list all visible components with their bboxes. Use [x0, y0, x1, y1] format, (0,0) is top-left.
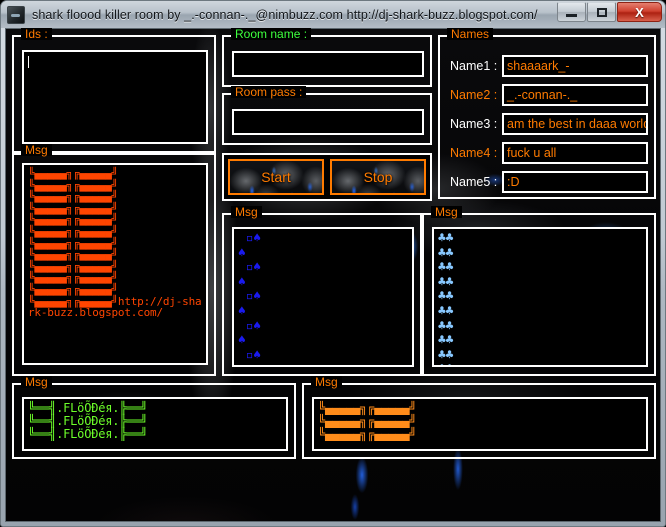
name5-input[interactable]: :D [502, 171, 648, 193]
msg-bottom-center-input[interactable]: ╚▄▄▄▄▄╗╔▄▄▄▄▄╝ ╚▄▄▄▄▄╗╔▄▄▄▄▄╝ ╚▄▄▄▄▄╗╔▄▄… [312, 397, 648, 451]
name2-label: Name2 : [450, 88, 498, 102]
msg-bottom-left-group: Msg ╚══╣.FLöÕÐéя.╠══╝ ╚══╣.FLöÕÐéя.╠══╝ … [12, 376, 296, 459]
names-group: Names Name1 : shaaaark_- Name2 : _.-conn… [438, 28, 656, 199]
name4-input[interactable]: fuck u all [502, 142, 648, 164]
room-pass-group: Room pass : [222, 86, 432, 145]
window-controls: X [557, 2, 662, 22]
msg-bottom-center-legend: Msg [311, 376, 342, 388]
app-icon [7, 5, 25, 24]
msg-right-group: Msg ♣♣ ♣♣ ♣♣ ♣♣ ♣♣ ♣♣ ♣♣ ♣♣ ♣♣ ♣♣ [422, 206, 656, 376]
msg-bottom-center-value: ╚▄▄▄▄▄╗╔▄▄▄▄▄╝ ╚▄▄▄▄▄╗╔▄▄▄▄▄╝ ╚▄▄▄▄▄╗╔▄▄… [318, 401, 417, 441]
name5-label: Name5 : [450, 175, 498, 189]
msg-bottom-left-legend: Msg [21, 376, 52, 388]
name2-input[interactable]: _.-connan-._ [502, 84, 648, 106]
room-name-input[interactable] [232, 51, 424, 77]
msg-right-input[interactable]: ♣♣ ♣♣ ♣♣ ♣♣ ♣♣ ♣♣ ♣♣ ♣♣ ♣♣ ♣♣ [432, 227, 648, 367]
start-button[interactable]: Start [228, 159, 324, 195]
controls-panel: Start Stop [222, 153, 432, 201]
room-name-group: Room name : [222, 28, 432, 87]
msg-right-legend: Msg [431, 206, 462, 218]
msg-center-input[interactable]: ▫♠ ♠ ▫♠ ♠ ▫♠ ♠ ▫♠ ♠ ▫♠ [232, 227, 414, 367]
ids-input[interactable] [22, 50, 208, 144]
name3-label: Name3 : [450, 117, 498, 131]
name4-label: Name4 : [450, 146, 498, 160]
msg-center-group: Msg ▫♠ ♠ ▫♠ ♠ ▫♠ ♠ ▫♠ ♠ ▫♠ [222, 206, 422, 376]
msg-left-input[interactable]: ╚▄▄▄▄▄╗╔▄▄▄▄▄╝ ╚▄▄▄▄▄╗╔▄▄▄▄▄╝ ╚▄▄▄▄▄╗╔▄▄… [22, 163, 208, 365]
room-name-legend: Room name : [231, 28, 312, 40]
room-pass-input[interactable] [232, 109, 424, 135]
msg-left-value: ╚▄▄▄▄▄╗╔▄▄▄▄▄╝ ╚▄▄▄▄▄╗╔▄▄▄▄▄╝ ╚▄▄▄▄▄╗╔▄▄… [28, 167, 202, 320]
msg-bottom-left-value: ╚══╣.FLöÕÐéя.╠══╝ ╚══╣.FLöÕÐéя.╠══╝ ╚══╣… [28, 401, 148, 441]
title-bar[interactable]: shark floood killer room by _.-connan-._… [1, 1, 665, 28]
window-frame: shark floood killer room by _.-connan-._… [0, 0, 666, 527]
stop-button[interactable]: Stop [330, 159, 426, 195]
window-title: shark floood killer room by _.-connan-._… [32, 7, 538, 22]
name1-input[interactable]: shaaaark_- [502, 55, 648, 77]
msg-bottom-center-group: Msg ╚▄▄▄▄▄╗╔▄▄▄▄▄╝ ╚▄▄▄▄▄╗╔▄▄▄▄▄╝ ╚▄▄▄▄▄… [302, 376, 656, 459]
name1-label: Name1 : [450, 59, 498, 73]
ids-group: Ids : [12, 28, 216, 155]
msg-right-value: ♣♣ ♣♣ ♣♣ ♣♣ ♣♣ ♣♣ ♣♣ ♣♣ ♣♣ ♣♣ [438, 231, 454, 365]
minimize-button[interactable] [557, 2, 586, 22]
maximize-icon [596, 7, 607, 17]
msg-left-legend: Msg [21, 144, 52, 156]
name3-input[interactable]: am the best in daaa world [502, 113, 648, 135]
msg-bottom-left-input[interactable]: ╚══╣.FLöÕÐéя.╠══╝ ╚══╣.FLöÕÐéя.╠══╝ ╚══╣… [22, 397, 288, 451]
close-button[interactable]: X [617, 2, 662, 22]
application-window: shark floood killer room by _.-connan-._… [0, 0, 666, 527]
room-pass-legend: Room pass : [231, 86, 307, 98]
maximize-button[interactable] [587, 2, 616, 22]
minimize-icon [566, 14, 577, 17]
client-area: Ids : Msg ╚▄▄▄▄▄╗╔▄▄▄▄▄╝ ╚▄▄▄▄▄╗╔▄▄▄▄▄╝ … [5, 28, 661, 522]
msg-left-group: Msg ╚▄▄▄▄▄╗╔▄▄▄▄▄╝ ╚▄▄▄▄▄╗╔▄▄▄▄▄╝ ╚▄▄▄▄▄… [12, 144, 216, 376]
names-legend: Names [447, 28, 494, 40]
msg-center-legend: Msg [231, 206, 262, 218]
msg-center-value: ▫♠ ♠ ▫♠ ♠ ▫♠ ♠ ▫♠ ♠ ▫♠ [238, 231, 261, 363]
ids-legend: Ids : [21, 28, 52, 40]
